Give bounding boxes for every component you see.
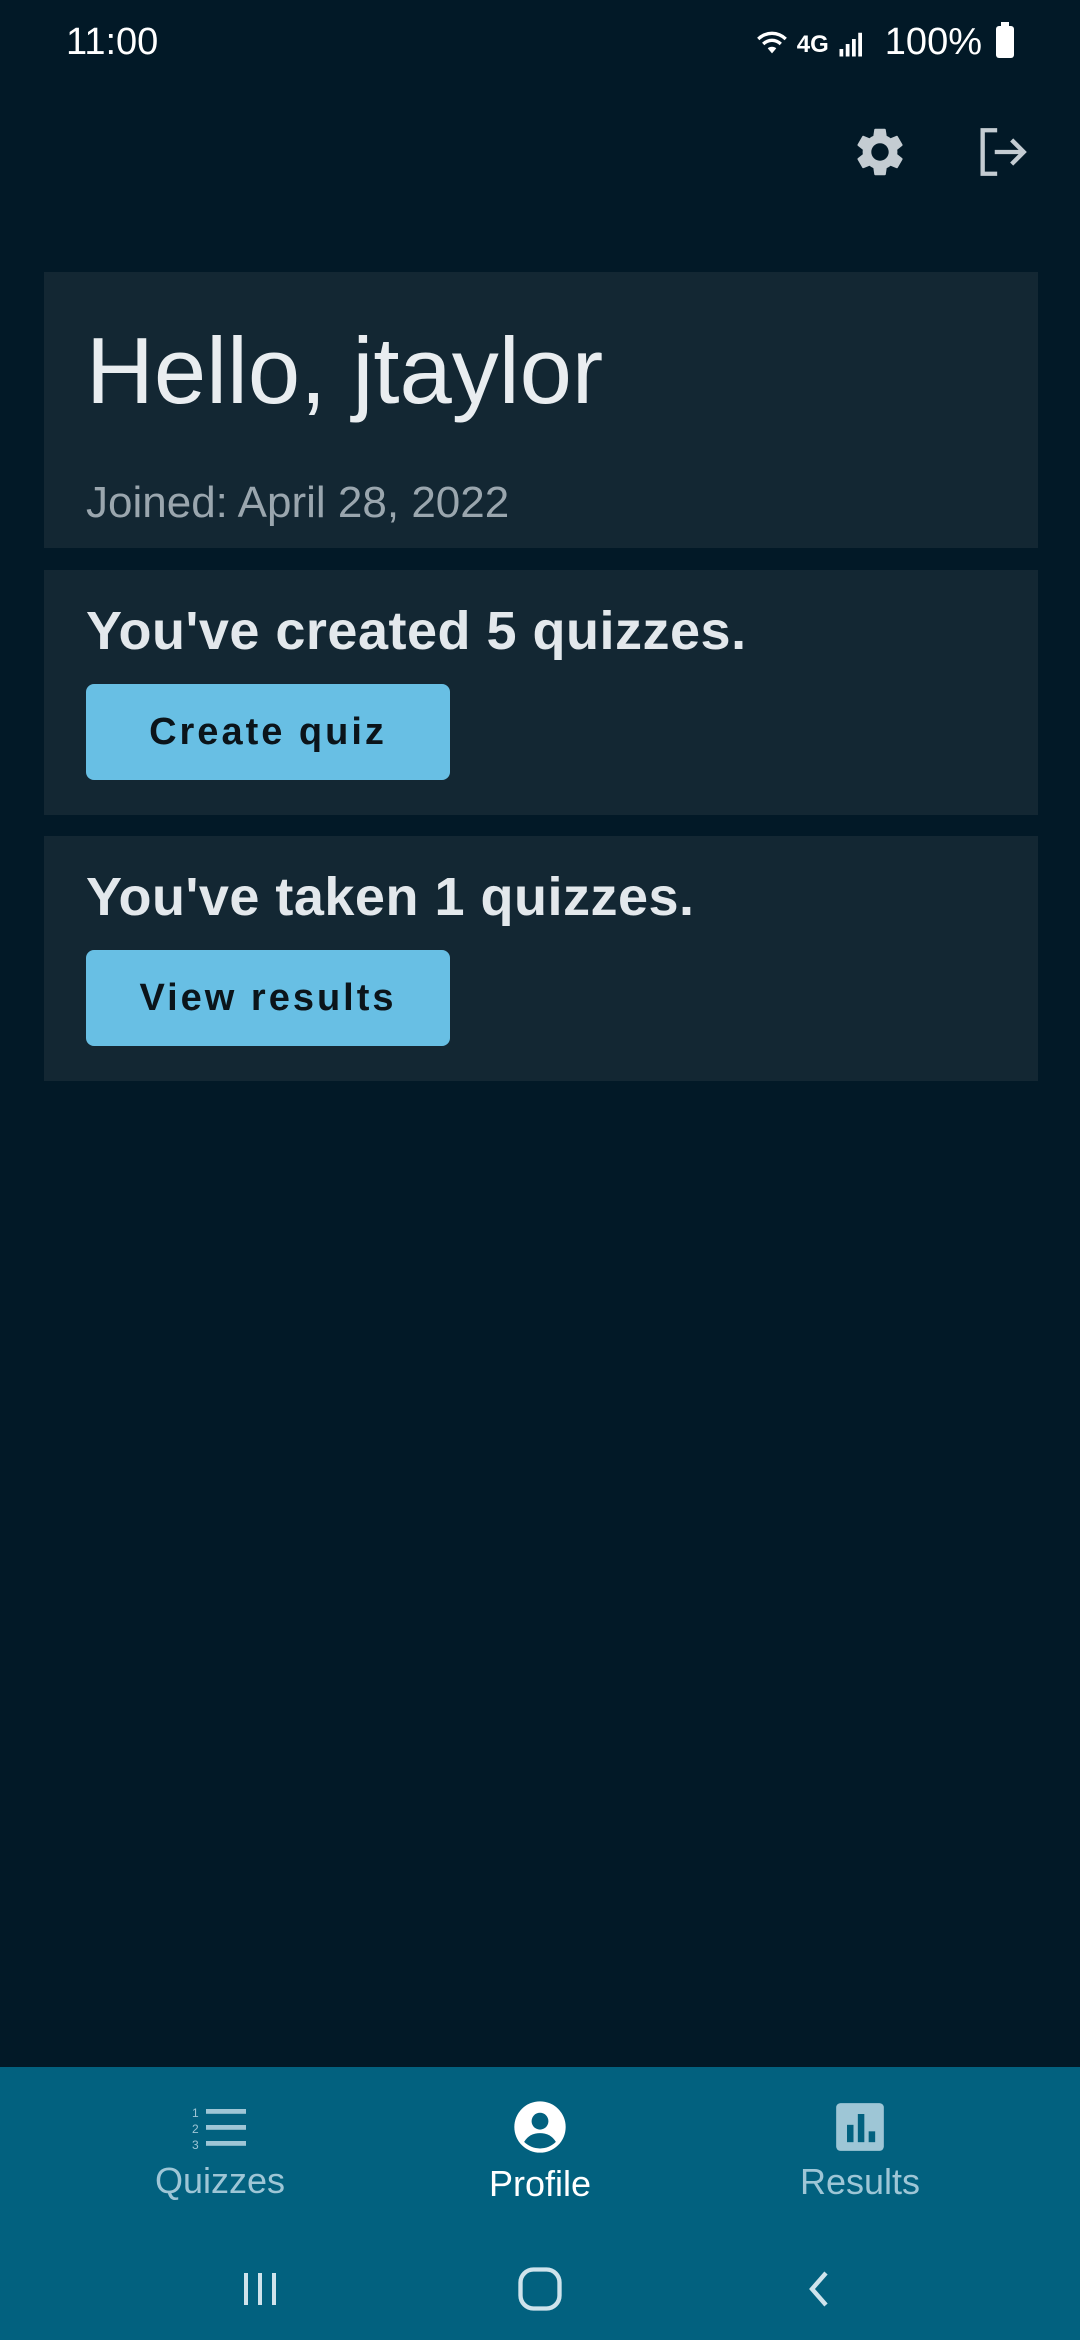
create-quiz-button[interactable]: Create quiz <box>86 684 450 780</box>
home-button[interactable] <box>480 2249 600 2329</box>
recent-apps-button[interactable] <box>200 2249 320 2329</box>
home-icon <box>518 2266 562 2311</box>
nav-item-quizzes[interactable]: 1 2 3 Quizzes <box>100 2102 340 2202</box>
signal-icon <box>839 32 862 57</box>
taken-quizzes-card: You've taken 1 quizzes. View results <box>44 836 1038 1081</box>
svg-text:2: 2 <box>192 2122 199 2136</box>
back-icon <box>809 2271 828 2306</box>
bottom-navigation: 1 2 3 Quizzes Profile Results <box>0 2067 1080 2237</box>
taken-quizzes-text: You've taken 1 quizzes. <box>86 867 695 927</box>
logout-icon[interactable] <box>970 120 1034 184</box>
created-quizzes-card: You've created 5 quizzes. Create quiz <box>44 570 1038 815</box>
nav-item-profile[interactable]: Profile <box>420 2099 660 2205</box>
view-results-button[interactable]: View results <box>86 950 450 1046</box>
nav-label-profile: Profile <box>488 2163 592 2204</box>
battery-icon <box>996 22 1014 58</box>
wifi-icon <box>756 31 787 54</box>
status-icons: 4G <box>755 25 867 59</box>
system-navigation-bar <box>0 2237 1080 2340</box>
gear-icon[interactable] <box>848 120 912 184</box>
nav-label-results: Results <box>799 2161 921 2202</box>
svg-text:3: 3 <box>192 2138 199 2152</box>
back-button[interactable] <box>760 2249 880 2329</box>
status-right: 4G 100% <box>755 21 1014 64</box>
joined-date: Joined: April 28, 2022 <box>86 478 510 527</box>
bar-chart-icon <box>836 2103 884 2151</box>
nav-item-results[interactable]: Results <box>740 2101 980 2203</box>
battery-percent: 100% <box>884 20 982 63</box>
svg-text:1: 1 <box>192 2106 199 2120</box>
numbered-list-icon: 1 2 3 <box>192 2106 246 2152</box>
network-type: 4G <box>796 31 829 58</box>
status-bar: 11:00 4G 100% <box>0 0 1080 84</box>
recent-apps-icon <box>244 2272 276 2305</box>
greeting-card: Hello, jtaylor Joined: April 28, 2022 <box>44 272 1038 548</box>
account-circle-icon <box>514 2101 566 2153</box>
top-actions <box>848 120 1034 184</box>
status-time: 11:00 <box>66 20 159 63</box>
nav-label-quizzes: Quizzes <box>154 2160 286 2201</box>
created-quizzes-text: You've created 5 quizzes. <box>86 601 747 661</box>
greeting-title: Hello, jtaylor <box>86 318 604 423</box>
